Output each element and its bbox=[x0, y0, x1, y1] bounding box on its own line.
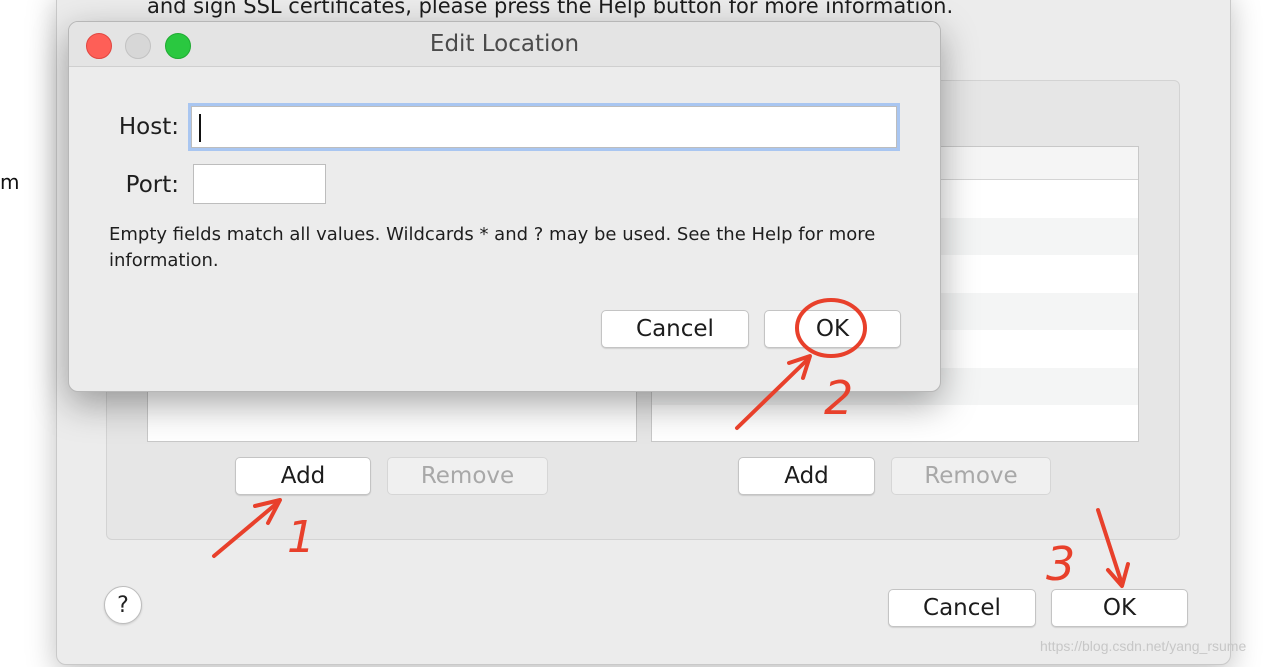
info-text: Empty fields match all values. Wildcards… bbox=[109, 224, 876, 271]
port-input[interactable] bbox=[193, 164, 326, 204]
left-add-button[interactable]: Add bbox=[235, 457, 371, 495]
watermark: https://blog.csdn.net/yang_rsume bbox=[1040, 638, 1247, 654]
dialog-title: Edit Location bbox=[429, 31, 580, 57]
main-ok-button[interactable]: OK bbox=[1051, 589, 1188, 627]
dialog-ok-button[interactable]: OK bbox=[764, 310, 901, 348]
intro-text: and sign SSL certificates, please press … bbox=[147, 0, 954, 18]
help-button[interactable]: ? bbox=[104, 586, 142, 624]
host-label: Host: bbox=[118, 114, 179, 140]
dialog-titlebar: Edit Location bbox=[69, 22, 940, 67]
right-add-button[interactable]: Add bbox=[738, 457, 875, 495]
main-cancel-button[interactable]: Cancel bbox=[888, 589, 1036, 627]
text-caret bbox=[199, 114, 201, 142]
right-remove-button[interactable]: Remove bbox=[891, 457, 1051, 495]
list-row[interactable] bbox=[652, 405, 1138, 441]
port-label: Port: bbox=[125, 172, 179, 198]
dialog-cancel-button[interactable]: Cancel bbox=[601, 310, 749, 348]
left-remove-button[interactable]: Remove bbox=[387, 457, 548, 495]
background-text-fragment: m bbox=[0, 170, 20, 194]
host-input[interactable] bbox=[191, 106, 897, 148]
edit-location-dialog: Edit Location Host: Port: Empty fields m… bbox=[68, 21, 941, 392]
